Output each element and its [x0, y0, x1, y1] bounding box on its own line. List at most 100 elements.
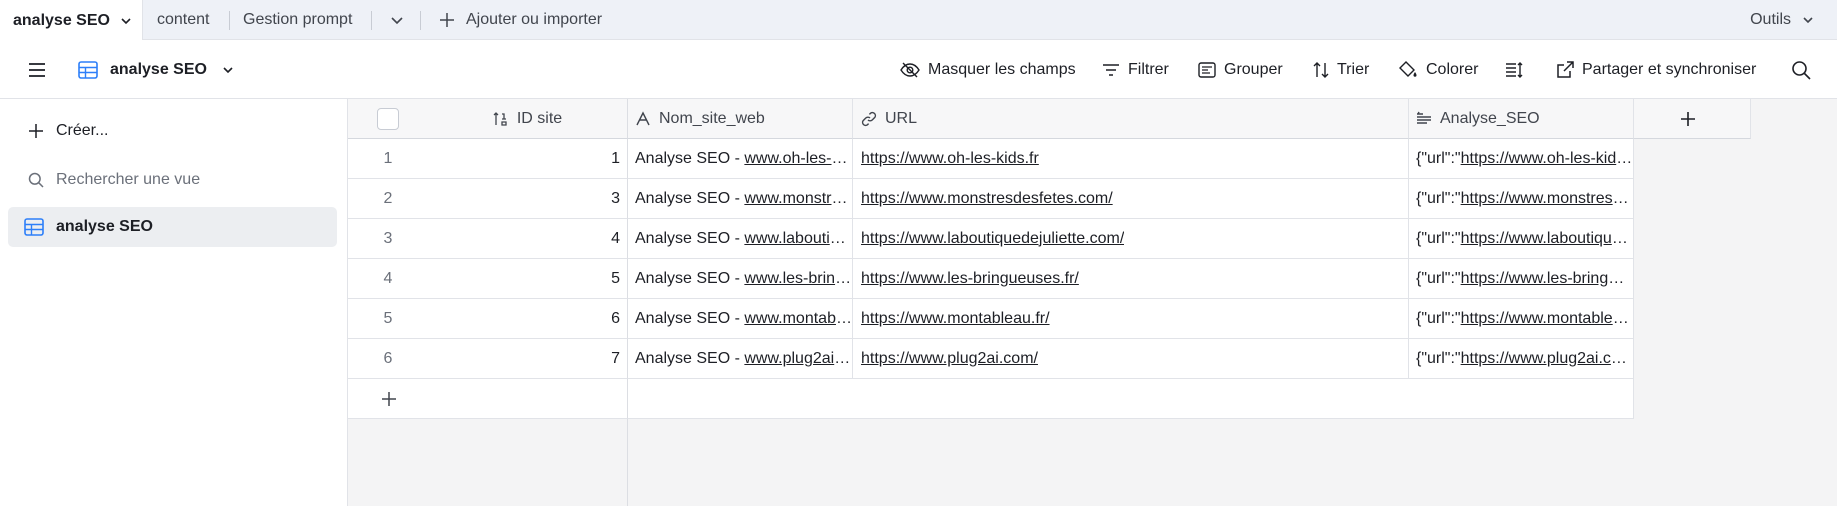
cell-id-site[interactable]: 7 [428, 339, 628, 379]
cell-link[interactable]: www.monstresdesfetes.com [744, 190, 852, 207]
column-header-label: Analyse_SEO [1440, 109, 1540, 127]
add-record-filler [628, 379, 1634, 419]
table-row[interactable]: 1 1 Analyse SEO - www.oh-les-kids.fr https:… [348, 139, 1634, 179]
external-link-icon [1557, 60, 1574, 78]
cell-analyse-seo[interactable]: {"url":"https://www.oh-les-kids.fr [1409, 139, 1634, 179]
url-link[interactable]: https://www.les-bringueuses.fr/ [861, 270, 1079, 288]
select-all-checkbox[interactable] [377, 107, 399, 130]
cell-value: Analyse SEO - www.laboutiquedejuliette.c… [635, 230, 852, 248]
url-link[interactable]: https://www.montableau.fr/ [861, 310, 1050, 328]
row-height-icon [1506, 61, 1523, 78]
views-sidebar: Créer... Rechercher une vue analyse SEO [0, 99, 348, 506]
tab-gestion-prompt[interactable]: Gestion prompt [243, 0, 352, 40]
cell-link[interactable]: www.laboutiquedejuliette.com [744, 230, 852, 247]
tools-menu-button[interactable]: Outils [1750, 0, 1815, 40]
cell-link[interactable]: https://www.laboutiquedejuliette.com/ [1461, 230, 1633, 247]
cell-analyse-seo[interactable]: {"url":"https://www.montableau.fr/ [1409, 299, 1634, 339]
cell-url[interactable]: https://www.oh-les-kids.fr [853, 139, 1409, 179]
add-field-button[interactable] [1634, 99, 1751, 139]
cell-prefix: Analyse SEO - [635, 149, 745, 167]
cell-url[interactable]: https://www.monstresdesfetes.com/ [853, 179, 1409, 219]
column-header-analyse-seo[interactable]: Analyse_SEO [1409, 99, 1634, 139]
eye-slash-icon [900, 62, 920, 77]
row-number: 3 [348, 219, 428, 259]
table-row[interactable]: 4 5 Analyse SEO - www.les-bringueuses.fr ht… [348, 259, 1634, 299]
row-number-label: 3 [383, 229, 393, 247]
cell-url[interactable]: https://www.les-bringueuses.fr/ [853, 259, 1409, 299]
cell-value: {"url":"https://www.les-bringueuses.fr/ [1416, 270, 1633, 288]
cell-link[interactable]: www.les-bringueuses.fr [744, 270, 852, 287]
table-row[interactable]: 6 7 Analyse SEO - www.plug2ai.com https://w… [348, 339, 1634, 379]
tab-divider [420, 11, 421, 30]
cell-analyse-seo[interactable]: {"url":"https://www.les-bringueuses.fr/ [1409, 259, 1634, 299]
sidebar-item-analyse-seo[interactable]: analyse SEO [8, 207, 337, 247]
create-view-button[interactable]: Créer... [28, 117, 108, 145]
cell-nom-site-web[interactable]: Analyse SEO - www.les-bringueuses.fr [628, 259, 853, 299]
table-row[interactable]: 2 3 Analyse SEO - www.monstresdesfetes.com… [348, 179, 1634, 219]
cell-nom-site-web[interactable]: Analyse SEO - www.laboutiquedejuliette.c… [628, 219, 853, 259]
share-sync-button[interactable]: Partager et synchroniser [1556, 40, 1756, 99]
cell-id-site[interactable]: 6 [428, 299, 628, 339]
cell-id-site[interactable]: 1 [428, 139, 628, 179]
url-link[interactable]: https://www.plug2ai.com/ [861, 350, 1038, 368]
add-record-row[interactable] [348, 379, 1634, 419]
column-header-nom-site-web[interactable]: Nom_site_web [628, 99, 853, 139]
sort-button[interactable]: Trier [1313, 40, 1369, 99]
column-header-url[interactable]: URL [853, 99, 1409, 139]
more-tables-button[interactable] [389, 0, 405, 40]
group-button[interactable]: Grouper [1198, 40, 1283, 99]
cell-nom-site-web[interactable]: Analyse SEO - www.oh-les-kids.fr [628, 139, 853, 179]
cell-analyse-seo[interactable]: {"url":"https://www.monstresdesfetes.com… [1409, 179, 1634, 219]
cell-url[interactable]: https://www.laboutiquedejuliette.com/ [853, 219, 1409, 259]
cell-link[interactable]: www.oh-les-kids.fr [744, 150, 852, 167]
filter-button[interactable]: Filtrer [1102, 40, 1169, 99]
view-toolbar: analyse SEO Masquer les champs Filtrer G… [0, 40, 1837, 99]
cell-analyse-seo[interactable]: {"url":"https://www.laboutiquedejuliette… [1409, 219, 1634, 259]
cell-analyse-seo[interactable]: {"url":"https://www.plug2ai.com/ [1409, 339, 1634, 379]
cell-value: {"url":"https://www.montableau.fr/ [1416, 310, 1633, 328]
row-number-label: 6 [383, 349, 393, 367]
cell-nom-site-web[interactable]: Analyse SEO - www.plug2ai.com [628, 339, 853, 379]
table-row[interactable]: 3 4 Analyse SEO - www.laboutiquedejuliette… [348, 219, 1634, 259]
cell-value: 3 [611, 189, 620, 207]
column-header-label: URL [885, 109, 918, 127]
search-button[interactable] [1791, 40, 1819, 99]
cell-link[interactable]: www.montableau.fr [744, 310, 852, 327]
cell-url[interactable]: https://www.montableau.fr/ [853, 299, 1409, 339]
cell-prefix: {"url":" [1416, 189, 1461, 207]
hamburger-menu-icon[interactable] [26, 59, 48, 81]
add-or-import-button[interactable]: Ajouter ou importer [439, 0, 602, 40]
cell-prefix: {"url":" [1416, 349, 1461, 367]
view-switcher[interactable]: analyse SEO [78, 40, 235, 99]
cell-link[interactable]: https://www.oh-les-kids.fr [1461, 150, 1633, 167]
cell-link[interactable]: www.plug2ai.com [744, 350, 852, 367]
cell-link[interactable]: https://www.plug2ai.com/ [1461, 350, 1633, 367]
view-search-field[interactable]: Rechercher une vue [28, 166, 200, 194]
grid-view-icon [78, 60, 98, 79]
cell-nom-site-web[interactable]: Analyse SEO - www.montableau.fr [628, 299, 853, 339]
cell-prefix: {"url":" [1416, 149, 1461, 167]
cell-link[interactable]: https://www.monstresdesfetes.com/ [1461, 190, 1633, 207]
table-tab-bar: analyse SEO content Gestion prompt Ajout… [0, 0, 1837, 41]
url-link[interactable]: https://www.laboutiquedejuliette.com/ [861, 230, 1124, 248]
tab-content[interactable]: content [157, 0, 209, 40]
cell-id-site[interactable]: 5 [428, 259, 628, 299]
cell-url[interactable]: https://www.plug2ai.com/ [853, 339, 1409, 379]
tab-analyse-seo[interactable]: analyse SEO [0, 0, 143, 41]
cell-prefix: {"url":" [1416, 229, 1461, 247]
add-record-button[interactable] [348, 379, 628, 419]
color-button[interactable]: Colorer [1398, 40, 1478, 99]
row-height-button[interactable] [1505, 40, 1531, 99]
cell-nom-site-web[interactable]: Analyse SEO - www.monstresdesfetes.com [628, 179, 853, 219]
cell-id-site[interactable]: 3 [428, 179, 628, 219]
cell-id-site[interactable]: 4 [428, 219, 628, 259]
column-header-id-site[interactable]: ID site [428, 99, 628, 139]
table-row[interactable]: 5 6 Analyse SEO - www.montableau.fr https:/… [348, 299, 1634, 339]
hide-fields-button[interactable]: Masquer les champs [900, 40, 1076, 99]
cell-link[interactable]: https://www.les-bringueuses.fr/ [1461, 270, 1633, 287]
cell-link[interactable]: https://www.montableau.fr/ [1461, 310, 1633, 327]
chevron-down-icon[interactable] [119, 14, 133, 28]
chevron-down-icon [223, 66, 233, 73]
url-link[interactable]: https://www.monstresdesfetes.com/ [861, 190, 1113, 208]
url-link[interactable]: https://www.oh-les-kids.fr [861, 150, 1039, 168]
